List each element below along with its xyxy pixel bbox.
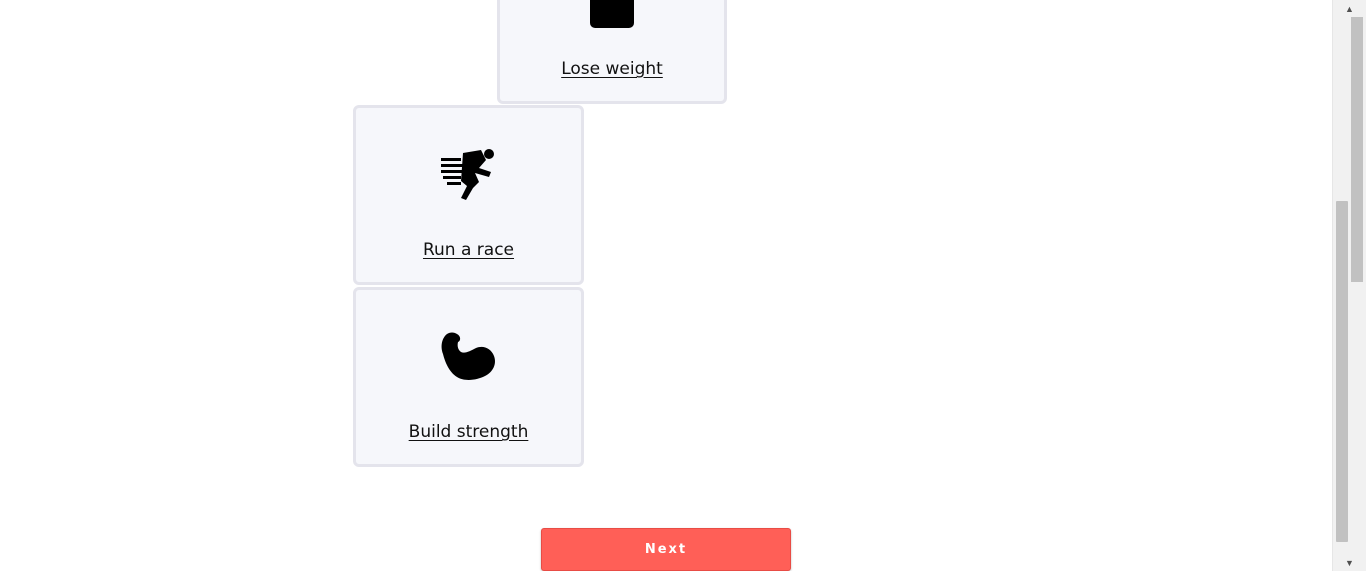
scale-icon	[590, 0, 634, 28]
goal-label-build-strength: Build strength	[408, 422, 529, 442]
vertical-scrollbar[interactable]: ▲ ▼	[1332, 0, 1366, 571]
flexed-bicep-icon	[441, 332, 495, 380]
page-viewport: Lose weight Run a race Build strength Ne…	[0, 0, 1332, 571]
next-button[interactable]: Next	[541, 528, 791, 571]
goal-card-run-a-race[interactable]: Run a race	[353, 105, 584, 285]
runner-icon	[440, 149, 494, 200]
scroll-up-icon[interactable]: ▲	[1333, 0, 1366, 17]
goal-label-run-a-race: Run a race	[422, 240, 515, 260]
scrollbar-thumb[interactable]	[1336, 201, 1348, 542]
goal-card-lose-weight[interactable]: Lose weight	[497, 0, 727, 104]
scroll-down-icon[interactable]: ▼	[1333, 554, 1366, 571]
goal-card-build-strength[interactable]: Build strength	[353, 287, 584, 467]
goal-label-lose-weight: Lose weight	[561, 59, 663, 79]
scrollbar-thumb-secondary[interactable]	[1351, 17, 1363, 282]
